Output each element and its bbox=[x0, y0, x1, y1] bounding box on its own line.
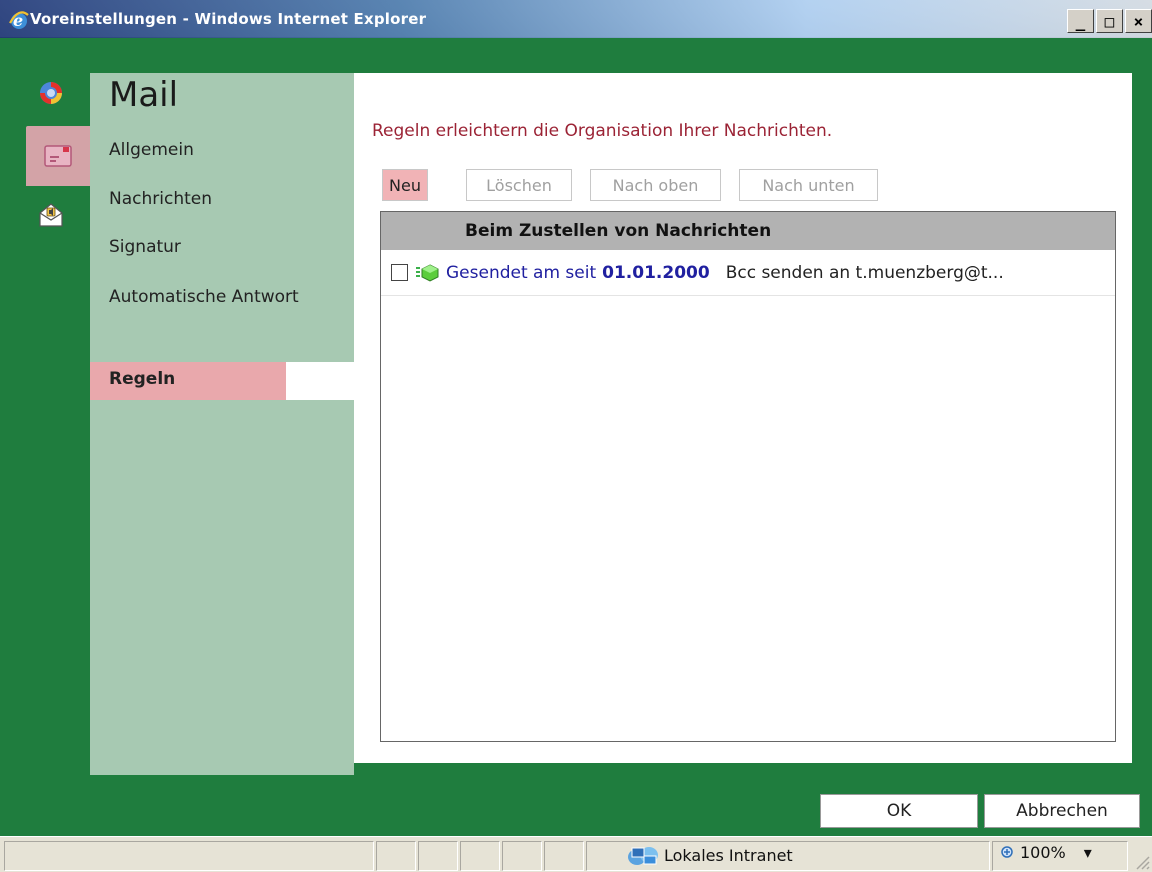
cancel-button[interactable]: Abbrechen bbox=[984, 794, 1140, 828]
minimize-button[interactable]: _ bbox=[1067, 9, 1094, 33]
close-icon: × bbox=[1133, 11, 1144, 31]
rail-item-voicemail[interactable] bbox=[34, 198, 68, 232]
status-cell bbox=[460, 841, 500, 871]
minimize-icon: _ bbox=[1075, 11, 1086, 31]
nav-item-nachrichten[interactable]: Nachrichten bbox=[109, 189, 212, 209]
rule-checkbox[interactable] bbox=[391, 264, 408, 281]
delete-rule-button[interactable]: Löschen bbox=[466, 169, 572, 201]
security-zone[interactable]: Lokales Intranet bbox=[626, 843, 793, 867]
nav-item-automatische-antwort[interactable]: Automatische Antwort bbox=[109, 287, 299, 307]
intranet-zone-icon bbox=[628, 847, 658, 865]
maximize-button[interactable]: □ bbox=[1096, 9, 1123, 33]
status-text-cell bbox=[4, 841, 374, 871]
rules-content: Regeln erleichtern die Organisation Ihre… bbox=[354, 73, 1132, 763]
rules-intro-text: Regeln erleichtern die Organisation Ihre… bbox=[372, 121, 833, 141]
move-down-button[interactable]: Nach unten bbox=[739, 169, 878, 201]
new-rule-button[interactable]: Neu bbox=[382, 169, 428, 201]
rail-item-mail[interactable] bbox=[26, 126, 90, 186]
window-titlebar[interactable]: e Voreinstellungen - Windows Internet Ex… bbox=[0, 0, 1152, 38]
nav-item-signatur[interactable]: Signatur bbox=[109, 237, 181, 257]
status-cell bbox=[376, 841, 416, 871]
zoom-control[interactable]: 100% ▾ bbox=[1000, 843, 1092, 862]
status-cell bbox=[544, 841, 584, 871]
rule-condition-link[interactable]: Gesendet am seit bbox=[446, 263, 596, 283]
internet-explorer-icon: e bbox=[9, 11, 29, 30]
ok-button[interactable]: OK bbox=[820, 794, 978, 828]
settings-nav: Mail Allgemein Nachrichten Signatur Auto… bbox=[90, 73, 354, 775]
refresh-globe-icon bbox=[40, 82, 62, 104]
window-title: Voreinstellungen - Windows Internet Expl… bbox=[30, 10, 427, 28]
rule-action-text: Bcc senden an t.muenzberg@t... bbox=[725, 262, 1004, 283]
active-tab-connector bbox=[286, 362, 354, 400]
maximize-icon: □ bbox=[1104, 11, 1115, 31]
nav-item-allgemein[interactable]: Allgemein bbox=[109, 140, 194, 160]
rules-table-header: Beim Zustellen von Nachrichten bbox=[381, 212, 1115, 250]
rules-table-header-label: Beim Zustellen von Nachrichten bbox=[465, 221, 772, 241]
table-row[interactable]: Gesendet am seit 01.01.2000 Bcc senden a… bbox=[381, 250, 1115, 296]
zoom-magnifier-icon bbox=[1001, 845, 1013, 858]
rules-table: Beim Zustellen von Nachrichten Gesendet … bbox=[380, 211, 1116, 742]
app-rail bbox=[0, 38, 90, 836]
dialog-footer: OK Abbrechen bbox=[0, 794, 1152, 830]
resize-grip-icon[interactable] bbox=[1132, 852, 1150, 870]
app-frame: Mail Allgemein Nachrichten Signatur Auto… bbox=[0, 38, 1152, 836]
rule-date-link[interactable]: 01.01.2000 bbox=[602, 263, 710, 283]
voice-mail-icon bbox=[39, 203, 63, 227]
security-zone-label: Lokales Intranet bbox=[664, 845, 793, 865]
rule-active-icon bbox=[416, 263, 439, 282]
status-cell bbox=[502, 841, 542, 871]
section-title: Mail bbox=[109, 75, 179, 115]
status-bar: Lokales Intranet 100% ▾ bbox=[0, 836, 1152, 872]
status-cell bbox=[418, 841, 458, 871]
close-button[interactable]: × bbox=[1125, 9, 1152, 33]
nav-item-regeln[interactable]: Regeln bbox=[90, 362, 286, 400]
zoom-level: 100% bbox=[1020, 843, 1066, 862]
mail-envelope-icon bbox=[44, 145, 72, 167]
rail-item-general[interactable] bbox=[34, 76, 68, 110]
zoom-dropdown-icon[interactable]: ▾ bbox=[1084, 843, 1092, 862]
move-up-button[interactable]: Nach oben bbox=[590, 169, 721, 201]
